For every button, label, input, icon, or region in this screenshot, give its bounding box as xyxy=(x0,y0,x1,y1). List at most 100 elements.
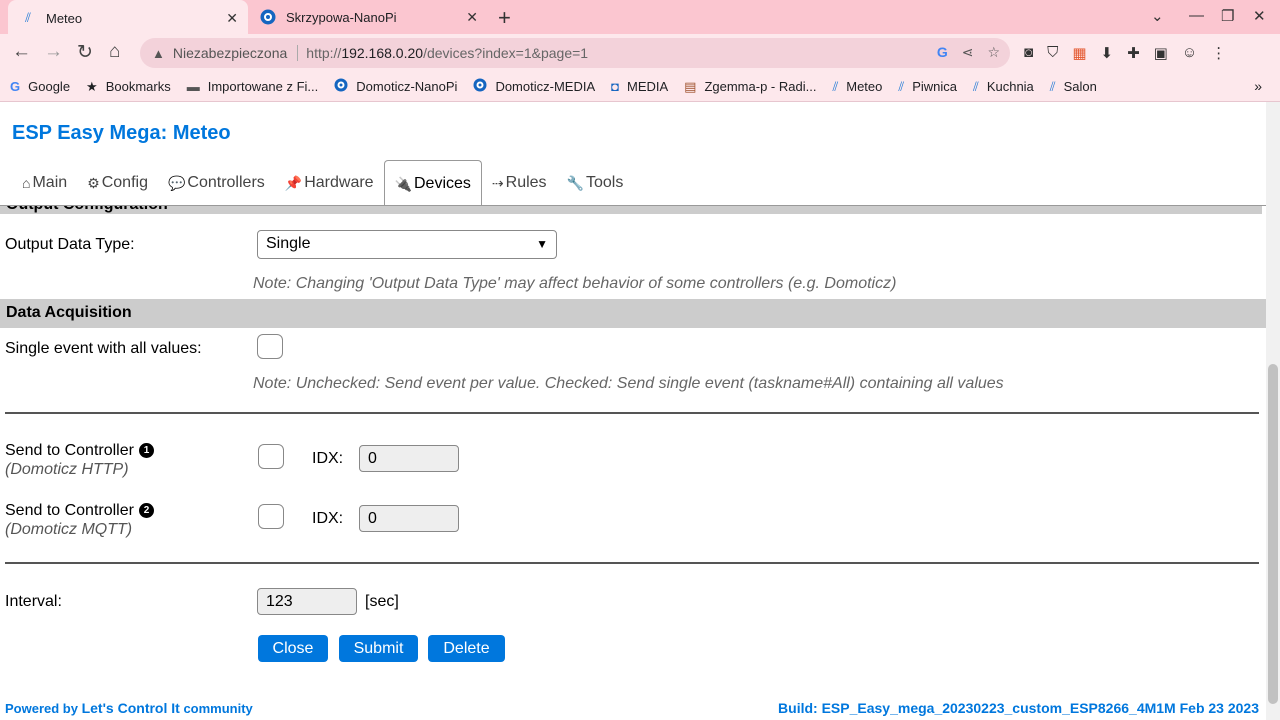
domoticz-icon xyxy=(473,78,487,95)
footer-powered-by: Powered by Let's Control It community xyxy=(5,700,253,716)
menu-dots-icon[interactable]: ⋮ xyxy=(1211,44,1226,62)
divider xyxy=(5,562,1259,564)
forward-icon[interactable]: → xyxy=(44,41,63,63)
page-title: ESP Easy Mega: Meteo xyxy=(12,122,231,144)
google-lens-icon[interactable]: G xyxy=(937,44,948,61)
extension-icons: ◙ ⛉ ▦ ⬇ ✚ ▣ ☺ ⋮ xyxy=(1024,44,1226,62)
controller-number-badge: 2 xyxy=(138,503,154,518)
controller-1-idx-input[interactable]: 0 xyxy=(359,445,459,472)
security-label[interactable]: Niezabezpieczona xyxy=(173,45,287,61)
menu-devices[interactable]: 🔌 Devices xyxy=(383,160,482,207)
star-icon: ★ xyxy=(86,78,98,94)
media-icon: ◘ xyxy=(611,79,619,94)
side-panel-icon[interactable]: ▣ xyxy=(1154,44,1168,62)
restore-icon[interactable]: ❐ xyxy=(1221,7,1234,25)
divider xyxy=(297,45,299,61)
minimize-icon[interactable]: — xyxy=(1189,7,1204,24)
close-tab-icon[interactable]: ✕ xyxy=(226,10,238,27)
bookmark-salon[interactable]: ⫽ Salon xyxy=(1050,79,1097,95)
close-button[interactable]: Close xyxy=(258,635,328,662)
bookmark-google[interactable]: G Google xyxy=(10,79,70,94)
main-menu: ⌂ Main ⚙ Config 💬 Controllers 📌 Hardware 🔌 De… xyxy=(12,160,634,207)
bookmark-media[interactable]: ◘ MEDIA xyxy=(611,79,668,94)
menu-config[interactable]: ⚙ Config xyxy=(77,160,158,206)
bookmark-domoticz-media[interactable]: Domoticz-MEDIA xyxy=(473,78,595,95)
new-tab-button[interactable]: + xyxy=(498,5,511,31)
section-header-output-configuration: Output Configuration xyxy=(0,206,1262,214)
controller-1-name: (Domoticz HTTP) xyxy=(5,461,129,478)
bookmark-folder-imported[interactable]: ▬ Importowane z Fi... xyxy=(187,79,319,94)
output-data-type-label: Output Data Type: xyxy=(5,236,135,253)
share-icon[interactable]: ⋖ xyxy=(962,44,974,61)
output-data-type-select[interactable]: Single ▼ xyxy=(257,230,557,259)
omnibox-icons: G ⋖ ☆ xyxy=(937,44,1000,61)
menu-tools[interactable]: 🔧 Tools xyxy=(557,160,634,206)
menu-rules[interactable]: ⇢ Rules xyxy=(482,160,557,206)
delete-button[interactable]: Delete xyxy=(428,635,505,662)
bookmark-bookmarks[interactable]: ★ Bookmarks xyxy=(86,79,171,95)
tab-title: Skrzypowa-NanoPi xyxy=(286,9,397,25)
chevron-down-icon: ▼ xyxy=(536,237,548,251)
browser-tab-strip: ⫽ Meteo ✕ Skrzypowa-NanoPi ✕ + ⌄ — ❐ ✕ xyxy=(0,0,1280,36)
google-icon: G xyxy=(10,79,21,94)
close-tab-icon[interactable]: ✕ xyxy=(466,9,478,26)
more-bookmarks-icon[interactable]: » xyxy=(1254,78,1262,94)
idx-label: IDX: xyxy=(312,510,344,527)
close-window-icon[interactable]: ✕ xyxy=(1253,7,1266,25)
tab-title: Meteo xyxy=(46,10,83,26)
url-text[interactable]: http://192.168.0.20/devices?index=1&page… xyxy=(306,45,588,61)
puzzle-icon[interactable]: ✚ xyxy=(1127,44,1140,62)
menu-hardware[interactable]: 📌 Hardware xyxy=(275,160,384,206)
controller-number-badge: 1 xyxy=(138,443,154,458)
download-extension-icon[interactable]: ⬇ xyxy=(1101,44,1114,62)
send-to-controller-1-checkbox[interactable] xyxy=(258,444,284,469)
bookmark-kuchnia[interactable]: ⫽ Kuchnia xyxy=(973,79,1034,95)
send-to-controller-2-checkbox[interactable] xyxy=(258,504,284,529)
esp-easy-icon: ⫽ xyxy=(25,10,31,25)
scrollbar-thumb[interactable] xyxy=(1268,364,1278,704)
submit-button[interactable]: Submit xyxy=(339,635,418,662)
shield-extension-icon[interactable]: ⛉ xyxy=(1047,44,1058,62)
color-extension-icon[interactable]: ▦ xyxy=(1072,44,1086,62)
esp-easy-icon: ⫽ xyxy=(898,78,905,94)
esp-easy-icon: ⫽ xyxy=(1049,78,1056,94)
domoticz-icon xyxy=(334,78,348,95)
tab-search-icon[interactable]: ⌄ xyxy=(1151,7,1164,25)
interval-input[interactable]: 123 xyxy=(257,588,357,615)
address-bar[interactable]: ▲ Niezabezpieczona http://192.168.0.20/d… xyxy=(140,38,1010,68)
single-event-note: Note: Unchecked: Send event per value. C… xyxy=(253,375,1004,392)
esp-easy-icon: ⫽ xyxy=(973,78,979,94)
browser-tab-nanopi[interactable]: Skrzypowa-NanoPi ✕ xyxy=(248,0,488,34)
warning-icon[interactable]: ▲ xyxy=(152,46,165,61)
home-icon: ⌂ xyxy=(22,175,31,191)
controller-2-name: (Domoticz MQTT) xyxy=(5,521,133,538)
plug-icon: 🔌 xyxy=(394,175,412,192)
home-icon[interactable]: ⌂ xyxy=(109,41,120,63)
reload-icon[interactable]: ↻ xyxy=(77,41,93,64)
gear-icon: ⚙ xyxy=(87,174,100,191)
bookmark-piwnica[interactable]: ⫽ Piwnica xyxy=(898,79,957,95)
profile-avatar-icon[interactable]: ☺ xyxy=(1182,44,1197,62)
bookmark-meteo[interactable]: ⫽ Meteo xyxy=(832,79,882,95)
esp-easy-icon: ⫽ xyxy=(832,78,839,94)
output-data-type-note: Note: Changing 'Output Data Type' may af… xyxy=(253,275,897,292)
folder-icon: ▬ xyxy=(186,79,200,94)
menu-main[interactable]: ⌂ Main xyxy=(12,160,77,206)
bookmark-domoticz-nanopi[interactable]: Domoticz-NanoPi xyxy=(334,78,457,95)
vertical-scrollbar[interactable] xyxy=(1266,102,1280,720)
community-link[interactable]: Let's Control It xyxy=(82,700,180,716)
domoticz-icon xyxy=(260,9,276,25)
camera-extension-icon[interactable]: ◙ xyxy=(1024,44,1033,62)
single-event-checkbox[interactable] xyxy=(257,334,283,359)
browser-toolbar: ← → ↻ ⌂ ▲ Niezabezpieczona http://192.16… xyxy=(0,34,1280,72)
bookmark-zgemma[interactable]: ▤ Zgemma-p - Radi... xyxy=(684,79,816,95)
footer-build: Build: ESP_Easy_mega_20230223_custom_ESP… xyxy=(778,700,1259,716)
pin-icon: 📌 xyxy=(284,174,303,191)
browser-tab-meteo[interactable]: ⫽ Meteo ✕ xyxy=(8,0,248,36)
back-icon[interactable]: ← xyxy=(12,41,31,63)
bookmark-star-icon[interactable]: ☆ xyxy=(987,44,1000,61)
send-to-controller-1-label: Send to Controller 1 xyxy=(5,442,154,460)
menu-controllers[interactable]: 💬 Controllers xyxy=(158,160,275,206)
divider xyxy=(5,412,1259,414)
controller-2-idx-input[interactable]: 0 xyxy=(359,505,459,532)
